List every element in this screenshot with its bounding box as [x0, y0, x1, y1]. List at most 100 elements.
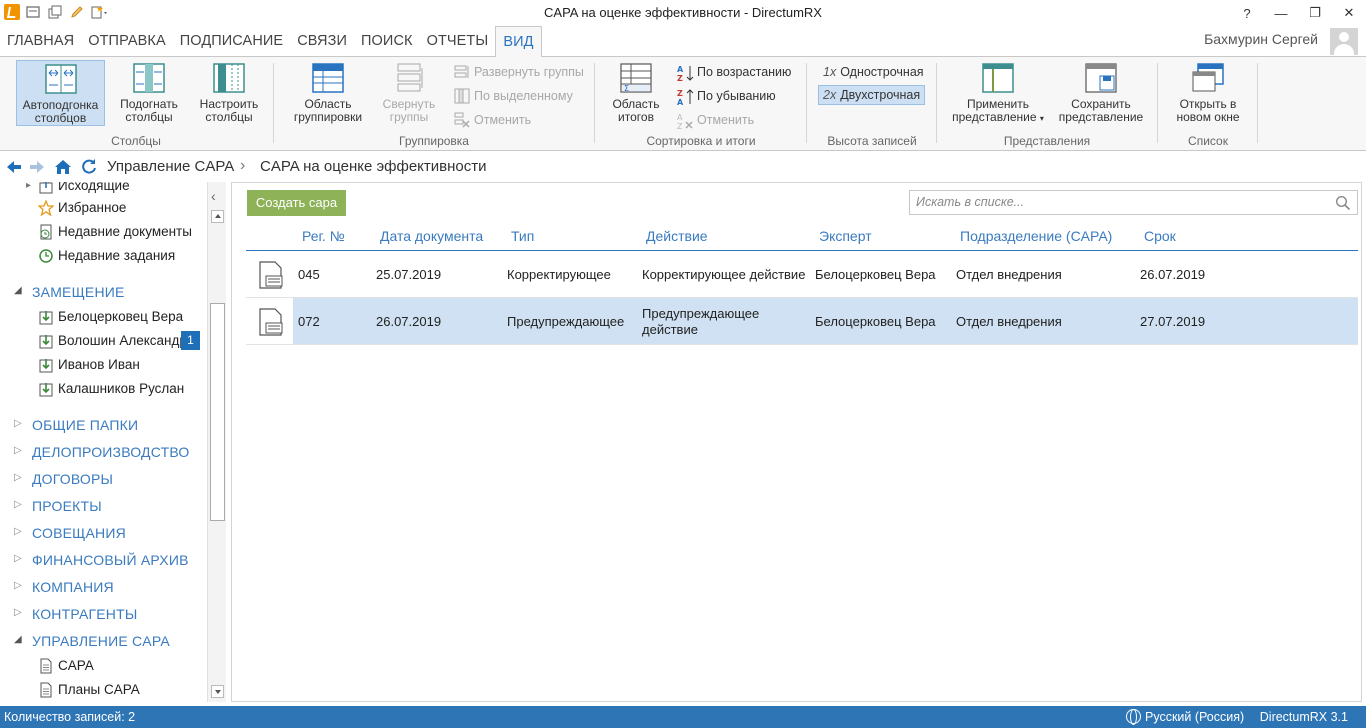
home-icon[interactable] — [53, 157, 73, 177]
ribbon-group-label-sorting: Сортировка и итоги — [646, 134, 756, 148]
tab-signing[interactable]: ПОДПИСАНИЕ — [173, 26, 290, 57]
apply-view-button[interactable]: Применить представление ▾ — [947, 60, 1049, 126]
title-bar: CAPA на оценке эффективности - DirectumR… — [0, 0, 1366, 26]
collapse-groups-button[interactable]: Свернуть группы — [374, 60, 444, 126]
cancel-sorting-icon: AZ — [677, 112, 693, 131]
windows-icon[interactable] — [46, 3, 64, 21]
scrollbar-thumb[interactable] — [210, 303, 225, 521]
expand-triangle-icon[interactable]: ▷ — [14, 526, 22, 537]
group-by-selected-button[interactable]: По выделенному — [454, 86, 573, 106]
fit-columns-button[interactable]: Подогнать столбцы — [110, 60, 188, 126]
autofit-columns-button[interactable]: Автоподгонка столбцов — [16, 60, 105, 126]
tab-home[interactable]: ГЛАВНАЯ — [0, 26, 81, 57]
forward-arrow-icon[interactable] — [27, 157, 47, 177]
breadcrumb-current: CAPA на оценке эффективности — [260, 158, 487, 175]
totals-area-icon: Σ — [619, 62, 653, 94]
inbox-down-icon — [38, 309, 54, 325]
tab-view[interactable]: ВИД — [495, 26, 542, 58]
sidebar-section-label: ФИНАНСОВЫЙ АРХИВ — [32, 552, 189, 568]
column-header-document-date[interactable]: Дата документа — [380, 228, 483, 244]
expand-groups-button[interactable]: Развернуть группы — [454, 62, 584, 82]
home-square-icon[interactable] — [24, 3, 42, 21]
table-row-selected[interactable]: 072 26.07.2019 Предупреждающее Предупреж… — [246, 298, 1358, 345]
sort-descending-icon: ZA — [677, 88, 694, 107]
column-header-department[interactable]: Подразделение (CAPA) — [960, 228, 1112, 244]
back-arrow-icon[interactable] — [4, 157, 24, 177]
apply-view-label: Применить представление ▾ — [947, 98, 1049, 125]
cancel-sorting-button[interactable]: AZ Отменить — [677, 110, 754, 131]
double-line-icon: 2x — [823, 88, 837, 102]
menu-tabs: ГЛАВНАЯ ОТПРАВКА ПОДПИСАНИЕ СВЯЗИ ПОИСК … — [0, 26, 542, 58]
configure-columns-button[interactable]: Настроить столбцы — [192, 60, 266, 126]
single-line-icon: 1x — [823, 65, 837, 79]
expand-triangle-icon[interactable]: ▷ — [14, 418, 22, 429]
scroll-up-arrow-icon[interactable] — [211, 210, 224, 223]
tab-reports[interactable]: ОТЧЕТЫ — [420, 26, 496, 57]
menu-bar: ГЛАВНАЯ ОТПРАВКА ПОДПИСАНИЕ СВЯЗИ ПОИСК … — [0, 26, 1366, 58]
tab-links[interactable]: СВЯЗИ — [290, 26, 354, 57]
grouping-area-button[interactable]: Область группировки — [288, 60, 368, 126]
minimize-button[interactable]: — — [1264, 0, 1298, 26]
search-input[interactable]: Искать в списке... — [909, 190, 1358, 215]
column-header-due-date[interactable]: Срок — [1144, 228, 1176, 244]
save-view-button[interactable]: Сохранить представление — [1055, 60, 1147, 126]
svg-text:A: A — [677, 113, 683, 122]
sidebar-item-label: Волошин Александр — [58, 333, 187, 348]
collapse-sidebar-icon[interactable]: ‹ — [211, 188, 216, 204]
collapse-groups-label: Свернуть группы — [382, 97, 436, 124]
window-title: CAPA на оценке эффективности - DirectumR… — [544, 5, 822, 20]
window-controls: ? — ❐ ✕ — [1230, 0, 1366, 26]
sidebar-section-label: ДЕЛОПРОИЗВОДСТВО — [32, 444, 190, 460]
expand-triangle-icon[interactable]: ▷ — [14, 445, 22, 456]
restore-button[interactable]: ❐ — [1298, 0, 1332, 26]
expand-triangle-icon[interactable]: ▷ — [14, 580, 22, 591]
new-document-icon[interactable] — [90, 3, 108, 21]
avatar[interactable] — [1330, 28, 1358, 55]
app-version: DirectumRX 3.1 — [1259, 710, 1348, 724]
tab-send[interactable]: ОТПРАВКА — [81, 26, 173, 57]
sort-ascending-button[interactable]: AZ По возрастанию — [677, 62, 791, 83]
app-logo-icon[interactable] — [4, 4, 20, 20]
sort-descending-button[interactable]: ZA По убыванию — [677, 86, 776, 107]
expander-icon[interactable]: ▸ — [26, 182, 36, 192]
sidebar-scrollbar[interactable]: ‹ — [207, 182, 226, 702]
expand-triangle-icon[interactable]: ▷ — [14, 553, 22, 564]
collapse-groups-icon — [392, 62, 426, 94]
totals-area-label: Область итогов — [612, 97, 660, 124]
expand-triangle-icon[interactable]: ▷ — [14, 499, 22, 510]
outbox-icon — [38, 182, 54, 194]
pencil-icon[interactable] — [68, 3, 86, 21]
sidebar-item-label: Калашников Руслан — [58, 381, 185, 396]
search-placeholder: Искать в списке... — [916, 195, 1025, 209]
expand-triangle-icon[interactable]: ▷ — [14, 607, 22, 618]
help-button[interactable]: ? — [1230, 0, 1264, 26]
collapse-triangle-icon[interactable]: ◢ — [14, 285, 22, 296]
search-icon[interactable] — [1335, 195, 1351, 211]
refresh-icon[interactable] — [79, 157, 99, 177]
sidebar-item-label: CAPA — [58, 658, 94, 673]
language-selector[interactable]: Русский (Россия) — [1145, 710, 1244, 724]
scroll-down-arrow-icon[interactable] — [211, 685, 224, 698]
sidebar-item-label: Недавние задания — [58, 248, 176, 263]
table-row[interactable]: 045 25.07.2019 Корректирующее Корректиру… — [246, 251, 1358, 298]
unread-count-badge: 1 — [181, 331, 200, 350]
ribbon-group-label-list: Список — [1188, 134, 1228, 148]
user-name[interactable]: Бахмурин Сергей — [1204, 31, 1318, 47]
create-capa-button[interactable]: Создать capa — [247, 190, 346, 216]
open-new-window-button[interactable]: Открыть в новом окне — [1168, 60, 1248, 126]
tab-search[interactable]: ПОИСК — [354, 26, 420, 57]
column-header-expert[interactable]: Эксперт — [819, 228, 872, 244]
close-button[interactable]: ✕ — [1332, 0, 1366, 26]
totals-area-button[interactable]: Σ Область итогов — [605, 60, 667, 126]
collapse-triangle-icon[interactable]: ◢ — [14, 634, 22, 645]
fit-columns-label: Подогнать столбцы — [120, 97, 178, 124]
expand-triangle-icon[interactable]: ▷ — [14, 472, 22, 483]
ribbon-group-grouping: Область группировки Свернуть группы Разв… — [274, 57, 594, 151]
column-header-action[interactable]: Действие — [646, 228, 708, 244]
column-header-type[interactable]: Тип — [511, 228, 534, 244]
column-header-reg-number[interactable]: Рег. № — [302, 228, 345, 244]
cancel-grouping-button[interactable]: Отменить — [454, 110, 531, 130]
single-line-button[interactable]: 1x Однострочная — [823, 62, 924, 82]
breadcrumb-capa-management[interactable]: Управление CAPA — [107, 158, 234, 175]
double-line-button[interactable]: 2x Двухстрочная — [818, 85, 926, 105]
